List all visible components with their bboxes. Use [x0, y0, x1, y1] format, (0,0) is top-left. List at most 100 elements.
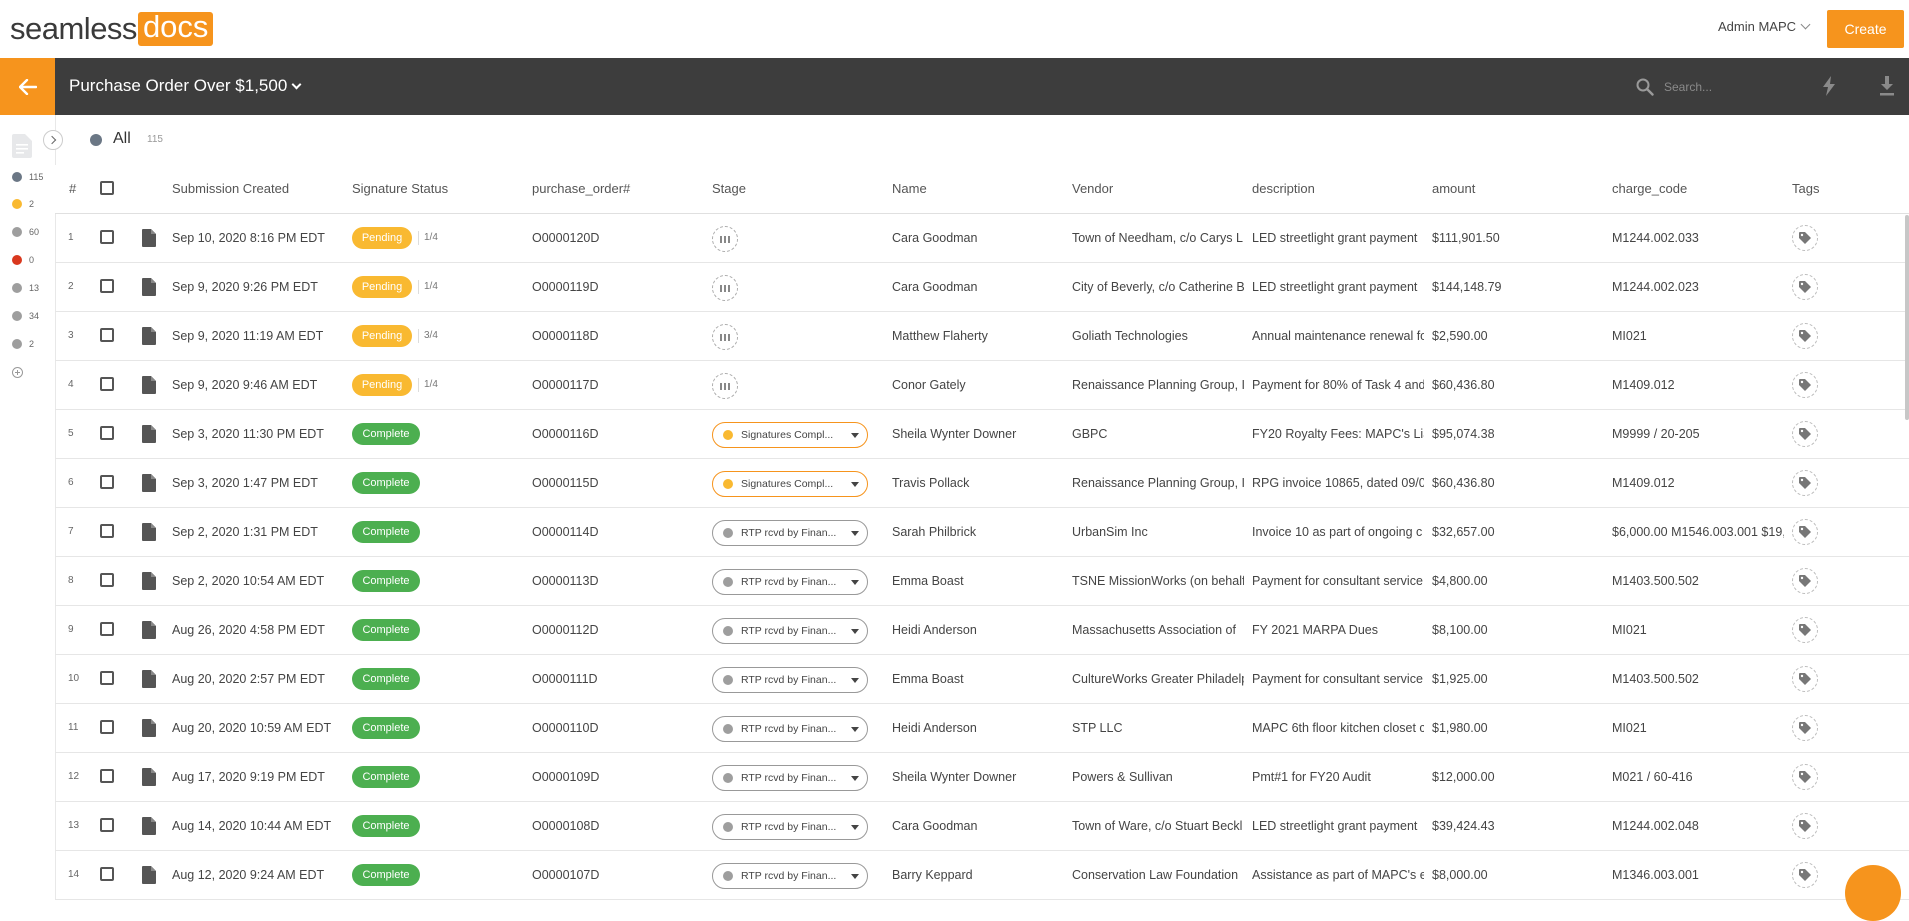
- add-filter-button[interactable]: [12, 367, 23, 378]
- row-checkbox[interactable]: [100, 328, 114, 342]
- signature-status-badge[interactable]: Complete: [352, 766, 420, 788]
- tag-icon[interactable]: [1792, 715, 1818, 741]
- stage-placeholder[interactable]: [712, 324, 738, 350]
- tag-icon[interactable]: [1792, 470, 1818, 496]
- all-filter-label[interactable]: All: [113, 130, 131, 148]
- table-row[interactable]: 8 Sep 2, 2020 10:54 AM EDT Complete O000011…: [55, 557, 1909, 606]
- tag-icon[interactable]: [1792, 323, 1818, 349]
- stage-dropdown[interactable]: RTP rcvd by Finan...: [712, 814, 868, 840]
- expand-sidebar-button[interactable]: [43, 130, 63, 150]
- signature-status-badge[interactable]: Complete: [352, 864, 420, 886]
- chat-button[interactable]: [1845, 865, 1901, 921]
- stage-dropdown[interactable]: RTP rcvd by Finan...: [712, 863, 868, 889]
- table-row[interactable]: 4 Sep 9, 2020 9:46 AM EDT Pending 1/4 O00001…: [55, 361, 1909, 410]
- tag-icon[interactable]: [1792, 617, 1818, 643]
- signature-status-badge[interactable]: Complete: [352, 521, 420, 543]
- document-icon[interactable]: [142, 670, 156, 693]
- row-checkbox[interactable]: [100, 671, 114, 685]
- column-header-charge-code[interactable]: charge_code: [1612, 181, 1687, 196]
- signature-status-badge[interactable]: Complete: [352, 472, 420, 494]
- tag-icon[interactable]: [1792, 862, 1818, 888]
- filter-item[interactable]: 0: [12, 255, 34, 265]
- column-header-tags[interactable]: Tags: [1792, 181, 1819, 196]
- table-row[interactable]: 14 Aug 12, 2020 9:24 AM EDT Complete O00001…: [55, 851, 1909, 900]
- table-row[interactable]: 3 Sep 9, 2020 11:19 AM EDT Pending 3/4 O0000…: [55, 312, 1909, 361]
- row-checkbox[interactable]: [100, 230, 114, 244]
- tag-icon[interactable]: [1792, 519, 1818, 545]
- table-row[interactable]: 2 Sep 9, 2020 9:26 PM EDT Pending 1/4 O00001…: [55, 263, 1909, 312]
- download-icon[interactable]: [1879, 76, 1895, 101]
- document-icon[interactable]: [142, 327, 156, 350]
- tag-icon[interactable]: [1792, 274, 1818, 300]
- signature-status-badge[interactable]: Pending: [352, 325, 412, 347]
- stage-dropdown[interactable]: RTP rcvd by Finan...: [712, 618, 868, 644]
- document-icon[interactable]: [142, 376, 156, 399]
- column-header-amount[interactable]: amount: [1432, 181, 1475, 196]
- column-header-submission-created[interactable]: Submission Created: [172, 181, 289, 196]
- row-checkbox[interactable]: [100, 818, 114, 832]
- document-icon[interactable]: [142, 621, 156, 644]
- tag-icon[interactable]: [1792, 372, 1818, 398]
- seamlessdocs-logo[interactable]: seamless docs: [10, 11, 214, 46]
- document-icon[interactable]: [142, 425, 156, 448]
- document-icon[interactable]: [142, 768, 156, 791]
- row-checkbox[interactable]: [100, 475, 114, 489]
- document-icon[interactable]: [142, 229, 156, 252]
- row-checkbox[interactable]: [100, 720, 114, 734]
- row-checkbox[interactable]: [100, 769, 114, 783]
- tag-icon[interactable]: [1792, 764, 1818, 790]
- stage-dropdown[interactable]: RTP rcvd by Finan...: [712, 520, 868, 546]
- filter-item[interactable]: 115: [12, 172, 43, 182]
- document-icon[interactable]: [142, 474, 156, 497]
- row-checkbox[interactable]: [100, 279, 114, 293]
- document-icon[interactable]: [142, 523, 156, 546]
- signature-status-badge[interactable]: Complete: [352, 815, 420, 837]
- tag-icon[interactable]: [1792, 225, 1818, 251]
- stage-dropdown[interactable]: RTP rcvd by Finan...: [712, 667, 868, 693]
- signature-status-badge[interactable]: Complete: [352, 668, 420, 690]
- column-header-signature-status[interactable]: Signature Status: [352, 181, 448, 196]
- table-row[interactable]: 1 Sep 10, 2020 8:16 PM EDT Pending 1/4 O0000…: [55, 214, 1909, 263]
- select-all-checkbox[interactable]: [100, 181, 114, 195]
- signature-status-badge[interactable]: Complete: [352, 423, 420, 445]
- table-row[interactable]: 6 Sep 3, 2020 1:47 PM EDT Complete O0000115…: [55, 459, 1909, 508]
- signature-status-badge[interactable]: Complete: [352, 717, 420, 739]
- stage-dropdown[interactable]: Signatures Compl...: [712, 471, 868, 497]
- signature-status-badge[interactable]: Complete: [352, 619, 420, 641]
- stage-dropdown[interactable]: RTP rcvd by Finan...: [712, 569, 868, 595]
- signature-status-badge[interactable]: Pending: [352, 276, 412, 298]
- column-header-stage[interactable]: Stage: [712, 181, 746, 196]
- stage-dropdown[interactable]: Signatures Compl...: [712, 422, 868, 448]
- row-checkbox[interactable]: [100, 573, 114, 587]
- table-row[interactable]: 12 Aug 17, 2020 9:19 PM EDT Complete O00001…: [55, 753, 1909, 802]
- stage-placeholder[interactable]: [712, 226, 738, 252]
- column-header-name[interactable]: Name: [892, 181, 927, 196]
- row-checkbox[interactable]: [100, 867, 114, 881]
- tag-icon[interactable]: [1792, 813, 1818, 839]
- column-header-description[interactable]: description: [1252, 181, 1315, 196]
- table-row[interactable]: 10 Aug 20, 2020 2:57 PM EDT Complete O00001…: [55, 655, 1909, 704]
- back-button[interactable]: [0, 58, 55, 115]
- filter-item[interactable]: 2: [12, 339, 34, 349]
- table-row[interactable]: 9 Aug 26, 2020 4:58 PM EDT Complete O000011…: [55, 606, 1909, 655]
- tag-icon[interactable]: [1792, 421, 1818, 447]
- row-checkbox[interactable]: [100, 377, 114, 391]
- table-row[interactable]: 13 Aug 14, 2020 10:44 AM EDT Complete O0000…: [55, 802, 1909, 851]
- row-checkbox[interactable]: [100, 524, 114, 538]
- document-icon[interactable]: [142, 817, 156, 840]
- signature-status-badge[interactable]: Pending: [352, 227, 412, 249]
- table-row[interactable]: 11 Aug 20, 2020 10:59 AM EDT Complete O0000…: [55, 704, 1909, 753]
- document-icon[interactable]: [142, 866, 156, 889]
- signature-status-badge[interactable]: Complete: [352, 570, 420, 592]
- column-header-vendor[interactable]: Vendor: [1072, 181, 1113, 196]
- create-button[interactable]: Create: [1827, 10, 1904, 48]
- form-title-dropdown[interactable]: Purchase Order Over $1,500: [69, 76, 302, 96]
- vertical-scrollbar[interactable]: [1905, 215, 1909, 420]
- filter-item[interactable]: 13: [12, 283, 39, 293]
- tag-icon[interactable]: [1792, 666, 1818, 692]
- document-icon[interactable]: [142, 572, 156, 595]
- tag-icon[interactable]: [1792, 568, 1818, 594]
- document-icon[interactable]: [142, 278, 156, 301]
- stage-dropdown[interactable]: RTP rcvd by Finan...: [712, 765, 868, 791]
- table-row[interactable]: 7 Sep 2, 2020 1:31 PM EDT Complete O0000114…: [55, 508, 1909, 557]
